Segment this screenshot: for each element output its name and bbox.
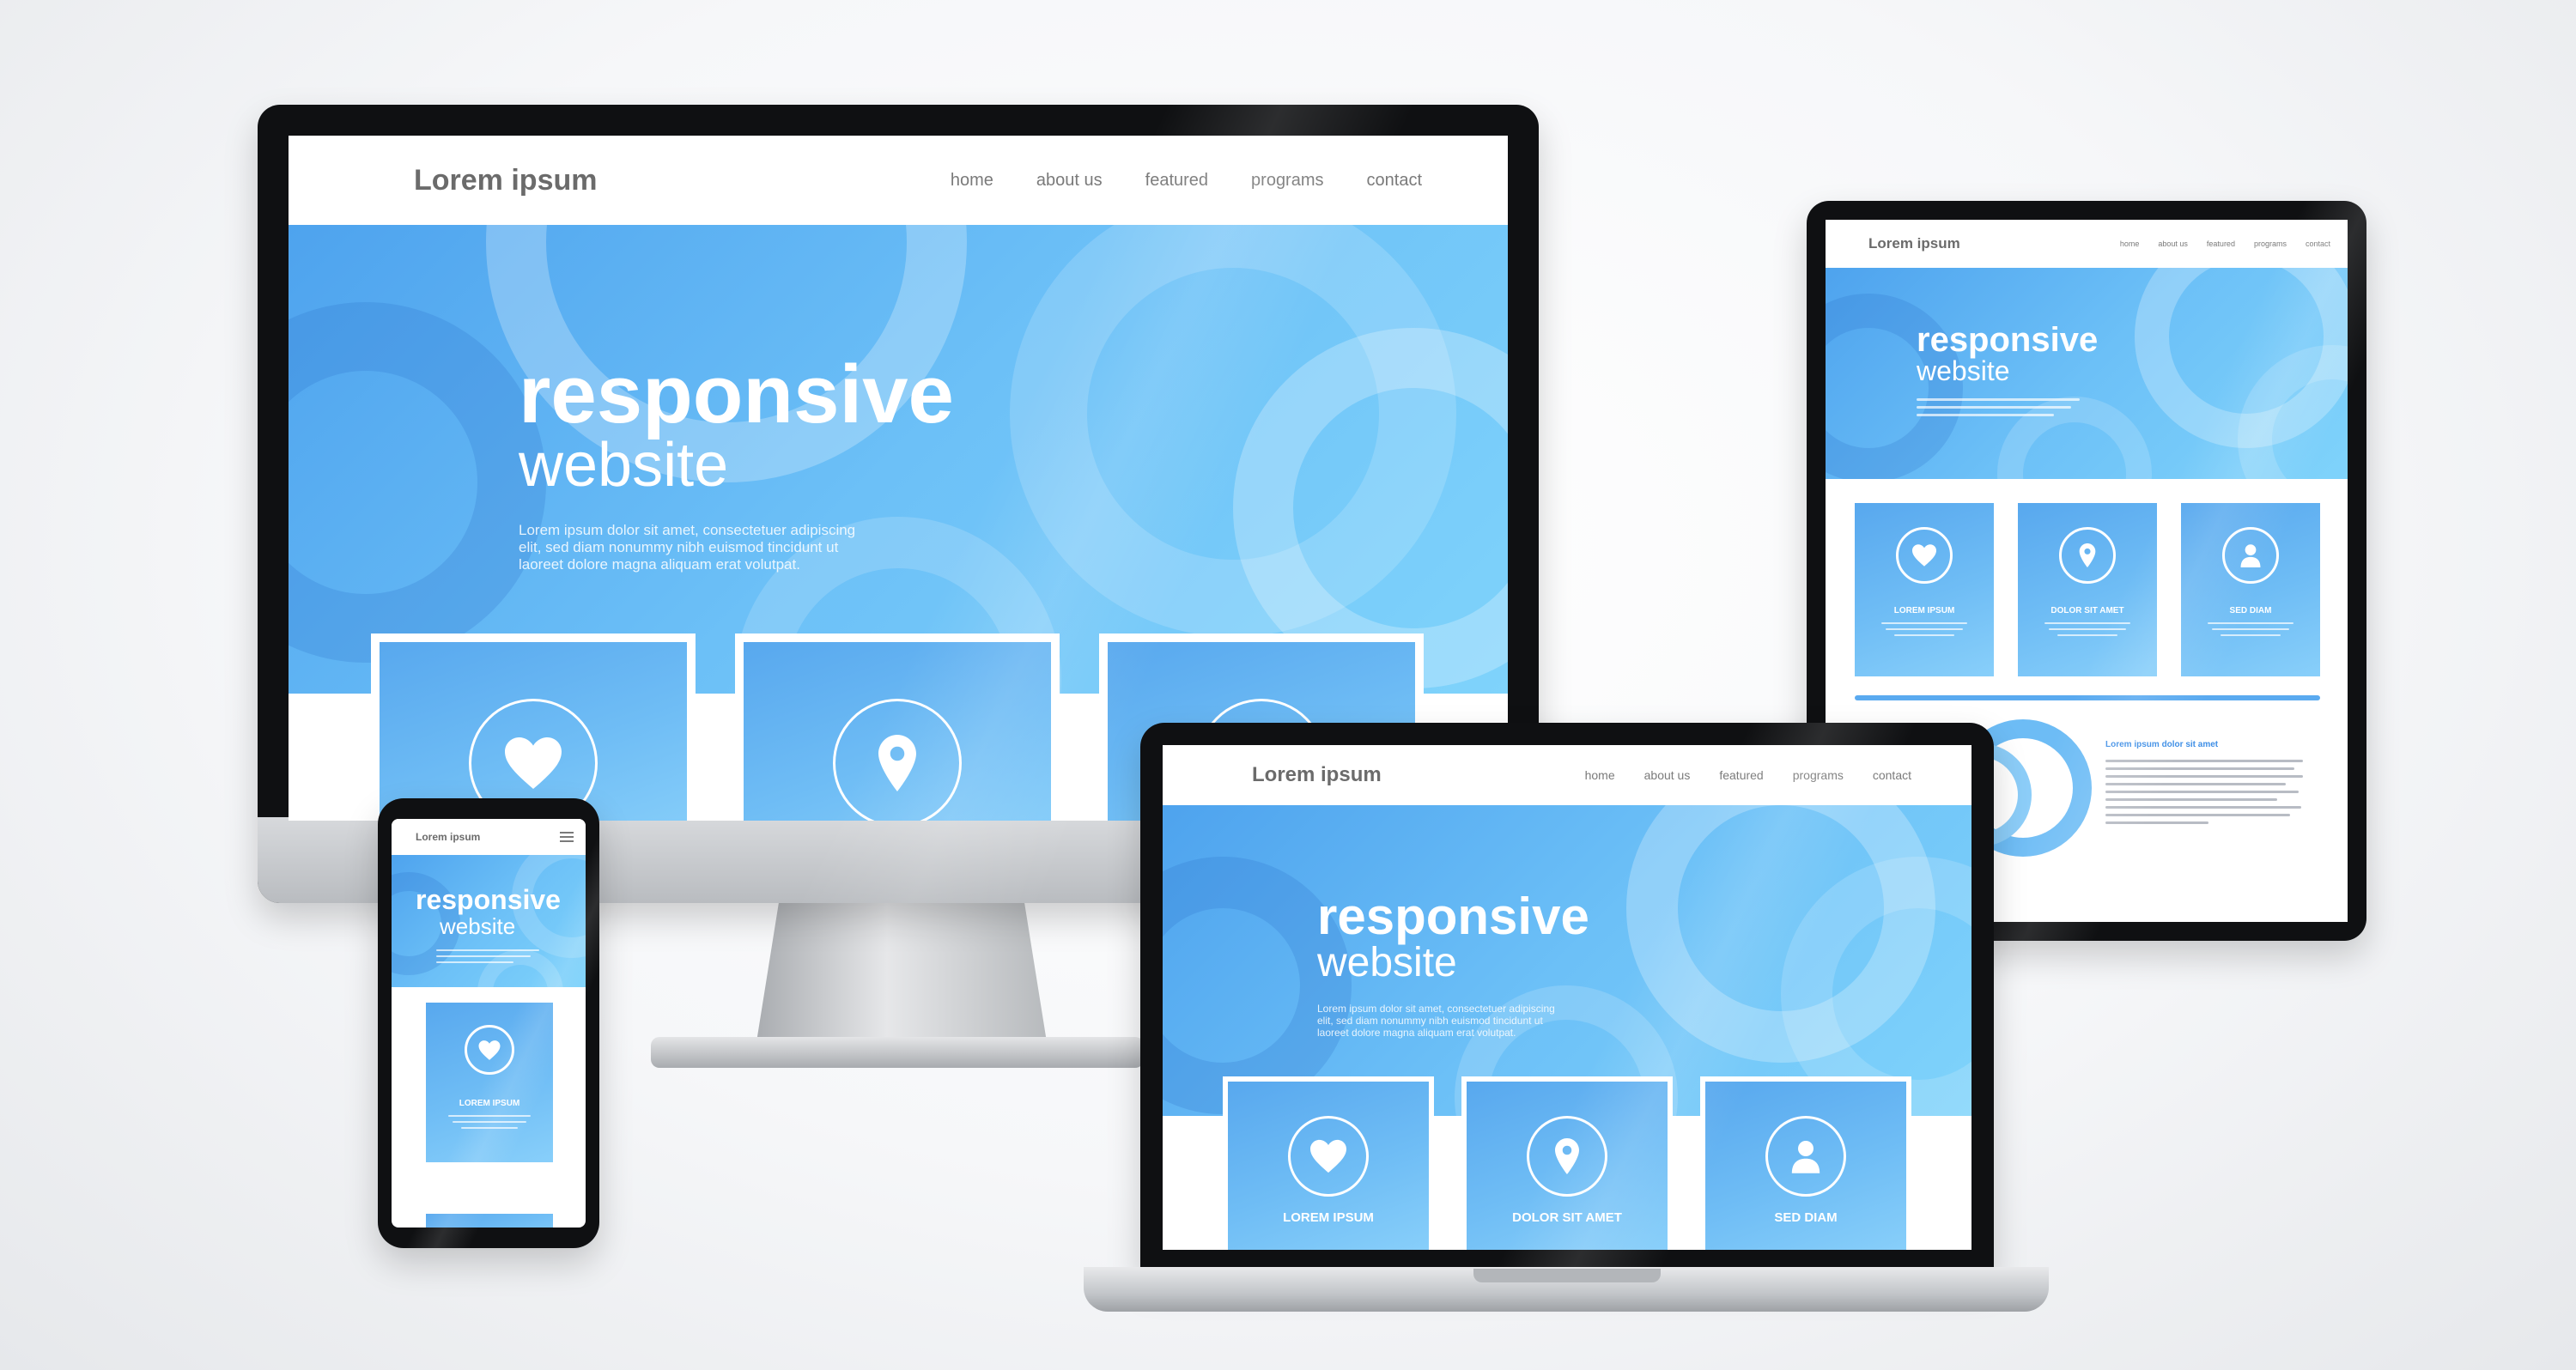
hero-text: Lorem ipsum dolor sit amet, consectetuer… (519, 522, 856, 573)
hero-title: responsive (519, 349, 954, 440)
tablet-article: Lorem ipsum dolor sit amet (2105, 740, 2303, 824)
nav-home[interactable]: home (951, 171, 993, 191)
desktop-header: Lorem ipsum home about us featured progr… (289, 136, 1508, 225)
nav-programs[interactable]: programs (1251, 171, 1323, 191)
hamburger-menu-icon[interactable] (560, 832, 574, 842)
monitor-stand-neck (756, 901, 1048, 1047)
feature-card[interactable]: SED DIAM (1700, 1076, 1911, 1250)
feature-card[interactable]: LOREM IPSUM (1855, 503, 1994, 676)
user-icon (1765, 1116, 1846, 1197)
phone-header: Lorem ipsum (392, 819, 586, 855)
laptop: Lorem ipsum home about us featured progr… (1140, 723, 1994, 1272)
heart-icon (1288, 1116, 1369, 1197)
heart-icon (1896, 527, 1953, 584)
tablet-header: Lorem ipsum home about us featured progr… (1826, 220, 2348, 268)
location-pin-icon (2059, 527, 2116, 584)
heart-icon (465, 1025, 514, 1075)
feature-card[interactable]: DOLOR SIT AMET (2018, 503, 2157, 676)
phone-screen: Lorem ipsum responsive website LOREM IPS… (392, 819, 586, 1228)
monitor-stand-foot (651, 1037, 1144, 1068)
desktop-nav: home about us featured programs contact (951, 171, 1422, 191)
nav-contact[interactable]: contact (1367, 171, 1422, 191)
feature-card[interactable]: DOLOR SIT AMET (1461, 1076, 1673, 1250)
feature-card[interactable] (371, 633, 696, 821)
site-logo[interactable]: Lorem ipsum (414, 164, 597, 197)
desktop-screen: Lorem ipsum home about us featured progr… (289, 136, 1508, 821)
nav-about-us[interactable]: about us (1036, 171, 1103, 191)
smartphone: Lorem ipsum responsive website LOREM IPS… (378, 798, 599, 1248)
laptop-hinge-notch (1473, 1269, 1661, 1282)
user-icon (2222, 527, 2279, 584)
phone-hero: responsive website (392, 855, 586, 987)
desktop-hero: responsive website Lorem ipsum dolor sit… (289, 225, 1508, 694)
feature-card[interactable]: LOREM IPSUM (426, 1003, 553, 1162)
feature-card[interactable]: SED DIAM (2181, 503, 2320, 676)
feature-card[interactable]: LOREM IPSUM (1223, 1076, 1434, 1250)
laptop-header: Lorem ipsum home about us featured progr… (1163, 745, 1971, 805)
nav-featured[interactable]: featured (1145, 171, 1208, 191)
laptop-screen: Lorem ipsum home about us featured progr… (1163, 745, 1971, 1250)
feature-card[interactable] (735, 633, 1060, 821)
tablet-hero: responsive website (1826, 268, 2348, 479)
location-pin-icon (1527, 1116, 1607, 1197)
feature-card[interactable] (426, 1214, 553, 1228)
laptop-hero: responsive website Lorem ipsum dolor sit… (1163, 805, 1971, 1116)
location-pin-icon (833, 699, 962, 821)
tablet-divider (1855, 695, 2320, 700)
hero-subtitle: website (519, 431, 729, 500)
